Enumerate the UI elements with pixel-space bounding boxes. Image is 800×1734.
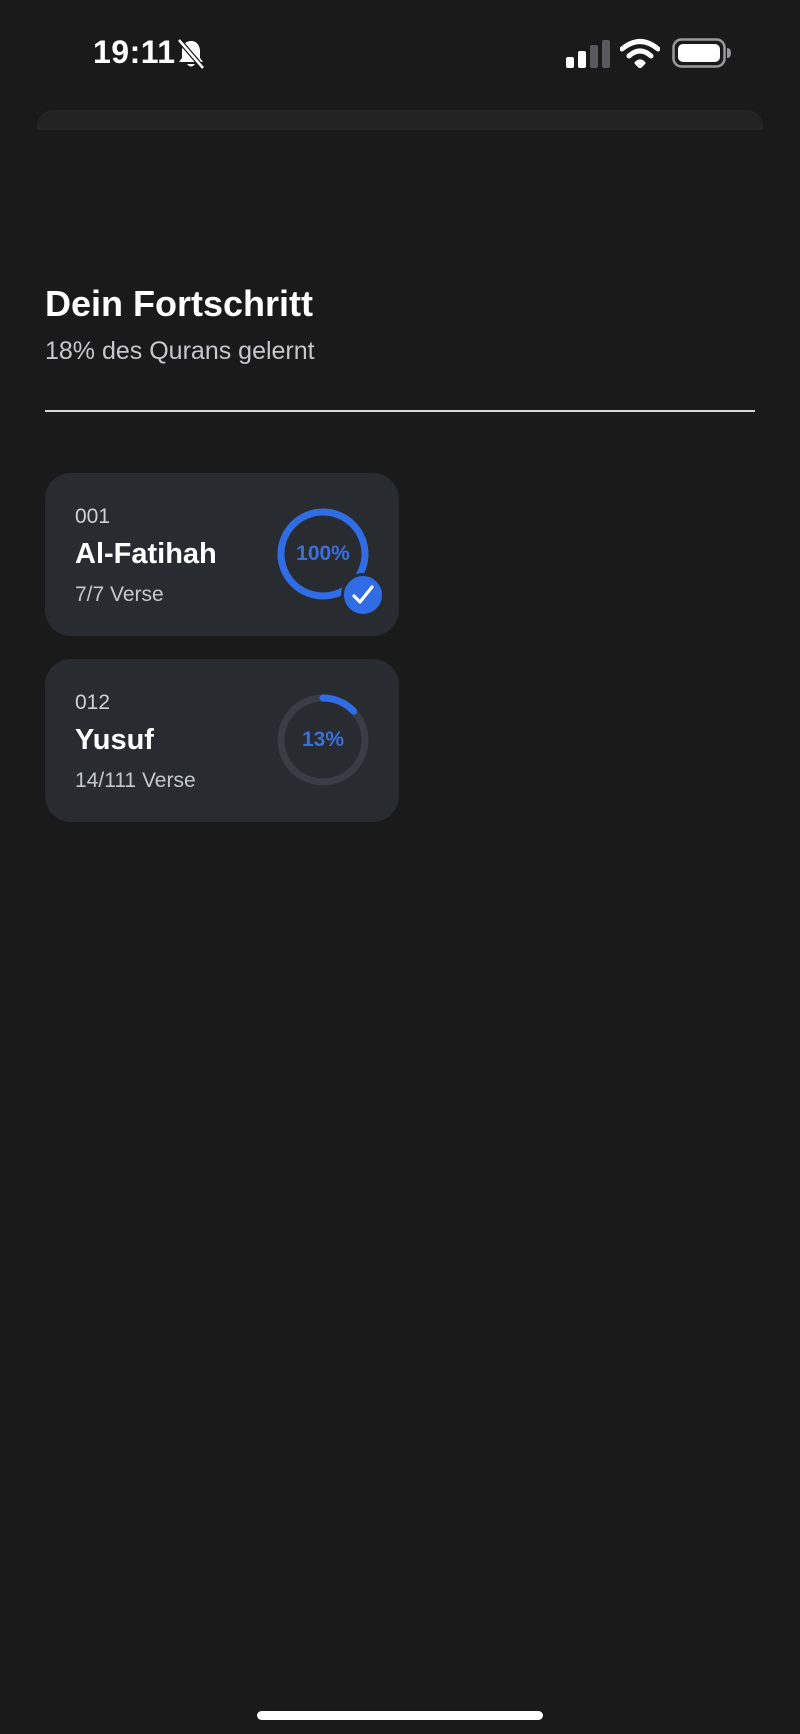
completed-badge — [341, 573, 385, 617]
divider — [45, 410, 755, 412]
surah-verses: 14/111 Verse — [75, 769, 196, 792]
surah-number: 012 — [75, 691, 111, 714]
cellular-signal-icon — [566, 40, 610, 68]
bell-slash-icon — [177, 38, 205, 70]
checkmark-icon — [352, 585, 374, 604]
surah-name: Al-Fatihah — [75, 538, 217, 570]
page-title: Dein Fortschritt — [45, 283, 314, 324]
wifi-icon — [620, 39, 660, 68]
surah-card-yusuf[interactable]: 012 Yusuf 14/111 Verse 13% — [45, 659, 399, 822]
surah-number: 001 — [75, 505, 111, 528]
status-bar: 19:11 — [0, 0, 800, 108]
page-subtitle: 18% des Qurans gelernt — [45, 337, 315, 365]
sheet-top-edge — [37, 110, 763, 130]
surah-verses: 7/7 Verse — [75, 583, 164, 606]
status-time: 19:11 — [93, 34, 176, 70]
battery-icon — [672, 38, 731, 68]
progress-screen: 19:11 Dein Fortschritt 18% des Qurans ge… — [0, 0, 800, 1734]
progress-percent: 13% — [301, 728, 345, 751]
surah-card-al-fatihah[interactable]: 001 Al-Fatihah 7/7 Verse 100% — [45, 473, 399, 636]
home-indicator[interactable] — [257, 1711, 543, 1720]
surah-name: Yusuf — [75, 724, 154, 756]
